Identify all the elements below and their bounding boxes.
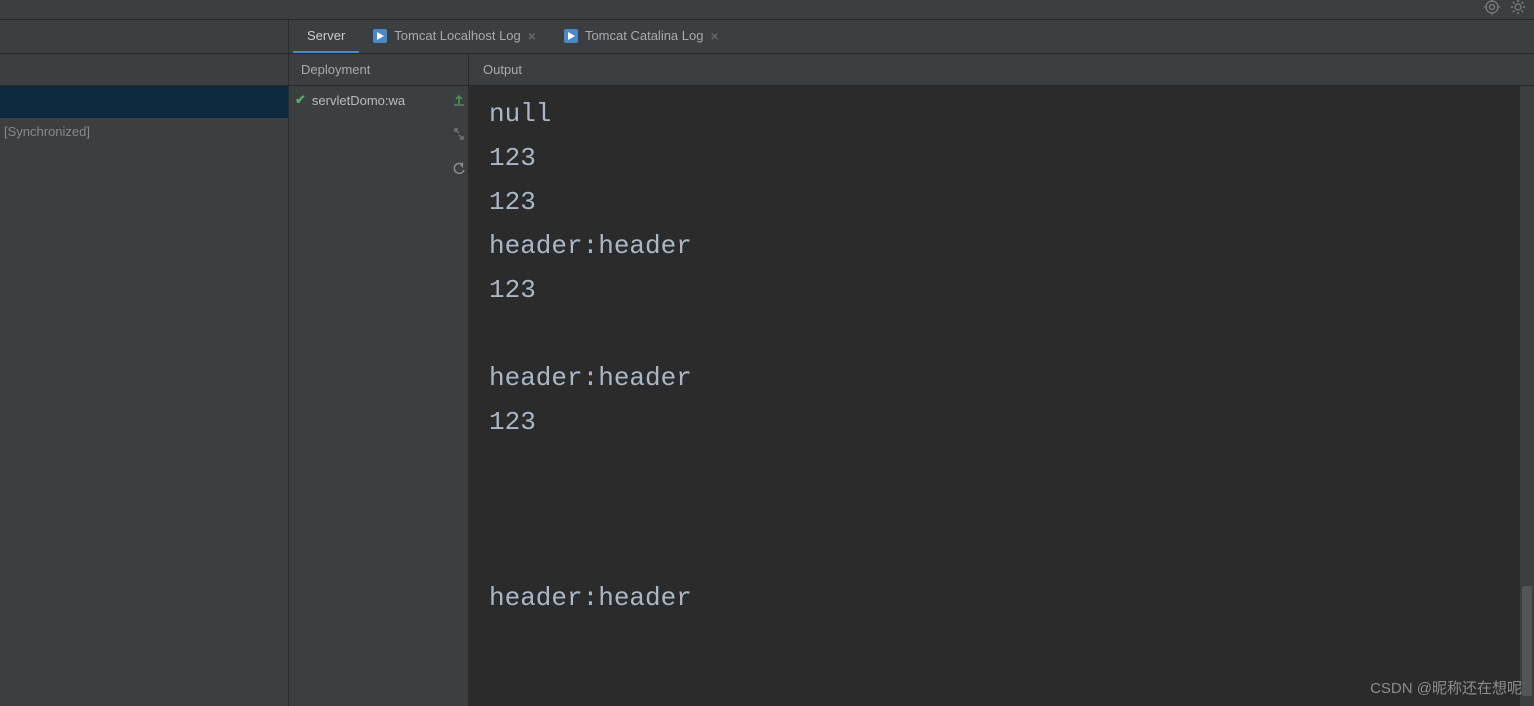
tab-localhost-log[interactable]: Tomcat Localhost Log × (359, 20, 550, 53)
scroll-thumb[interactable] (1522, 586, 1532, 696)
server-panel: Server Tomcat Localhost Log × Tomcat Cat… (288, 20, 1534, 706)
target-icon[interactable] (1484, 0, 1500, 20)
left-selected-row[interactable] (0, 86, 288, 118)
deploy-toolbar (452, 92, 466, 181)
gear-icon[interactable] (1510, 0, 1526, 20)
output-column: null 123 123 header:header 123 header:he… (469, 86, 1534, 706)
deployment-column: ✔ servletDomo:wa (289, 86, 469, 706)
tabs-row: Server Tomcat Localhost Log × Tomcat Cat… (289, 20, 1534, 54)
main-area: [Synchronized] Server Tomcat Localhost L… (0, 20, 1534, 706)
deploy-refresh-icon[interactable] (452, 162, 466, 181)
tab-label: Tomcat Localhost Log (394, 28, 520, 43)
console-output[interactable]: null 123 123 header:header 123 header:he… (469, 86, 1534, 626)
check-icon: ✔ (295, 92, 306, 108)
left-panel: [Synchronized] (0, 20, 288, 706)
top-icon-bar (0, 0, 1534, 20)
run-icon (373, 29, 387, 43)
left-subheader (0, 54, 288, 86)
sync-status: [Synchronized] (0, 118, 288, 145)
close-icon[interactable]: × (528, 29, 536, 43)
deployment-item-label: servletDomo:wa (312, 93, 405, 108)
tab-catalina-log[interactable]: Tomcat Catalina Log × (550, 20, 733, 53)
tab-label: Tomcat Catalina Log (585, 28, 704, 43)
left-tab-spacer (0, 20, 288, 54)
tab-label: Server (307, 28, 345, 43)
output-header: Output (469, 54, 1534, 85)
content-row: ✔ servletDomo:wa null 123 123 heade (289, 86, 1534, 706)
deployment-header: Deployment (289, 54, 469, 85)
deploy-sync-icon[interactable] (452, 127, 466, 146)
run-icon (564, 29, 578, 43)
scrollbar[interactable] (1520, 86, 1534, 706)
close-icon[interactable]: × (710, 29, 718, 43)
deployment-item[interactable]: ✔ servletDomo:wa (289, 86, 468, 114)
deploy-upload-icon[interactable] (452, 92, 466, 111)
subheader-row: Deployment Output (289, 54, 1534, 86)
tab-server[interactable]: Server (293, 20, 359, 53)
